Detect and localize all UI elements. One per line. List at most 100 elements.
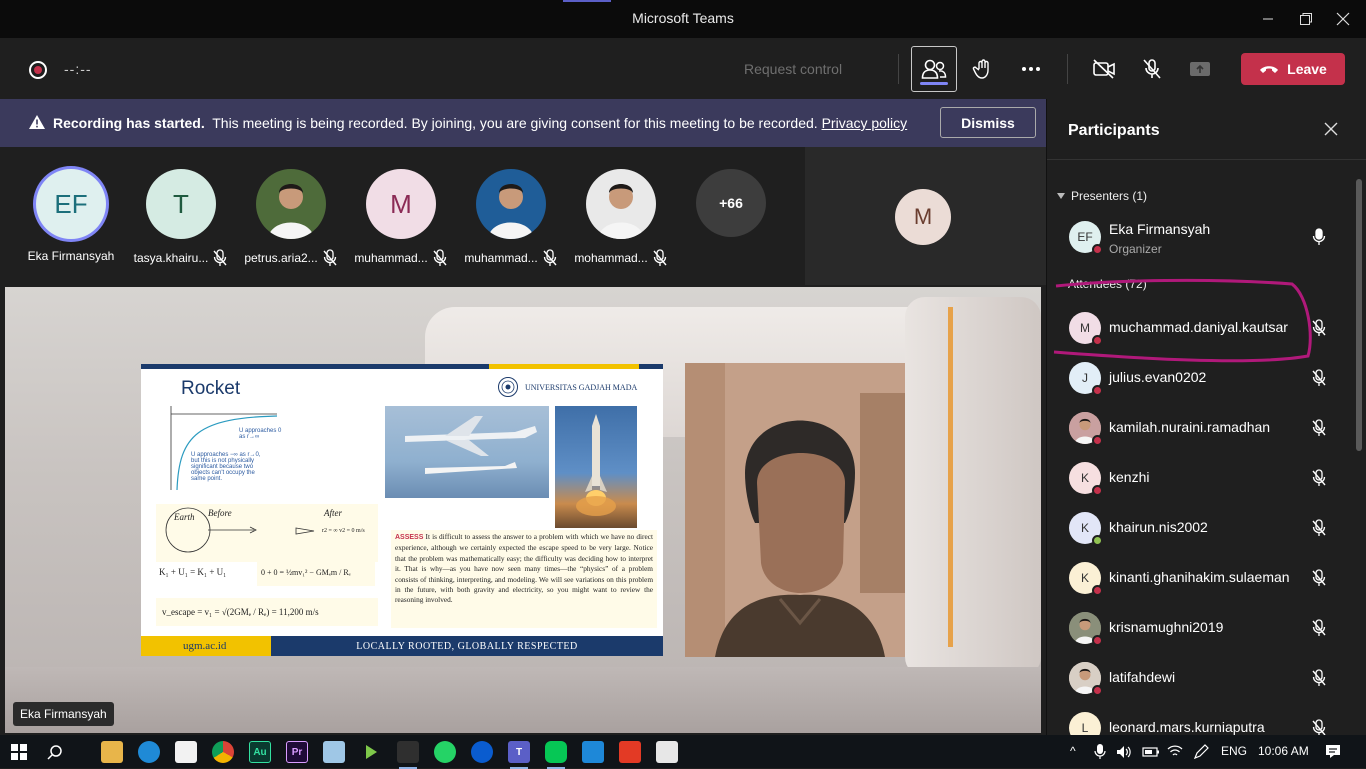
search-button[interactable] [44, 741, 66, 763]
tray-mic-icon[interactable] [1094, 744, 1106, 760]
mic-off-icon [1312, 519, 1326, 536]
line-icon[interactable] [545, 741, 567, 769]
slide-sketch: Earth Before After r2 = ∞ v2 = 0 m/s [156, 504, 378, 562]
mic-toggle-button[interactable] [1129, 46, 1175, 92]
audition-icon[interactable]: Au [249, 741, 271, 763]
background-light [948, 307, 953, 647]
participant-name: leonard.mars.kurniaputra [1109, 719, 1265, 735]
edge-icon[interactable] [138, 741, 160, 763]
volume-icon[interactable] [1116, 745, 1132, 759]
participant-avatar [586, 169, 656, 239]
tray-chevron-icon[interactable]: ^ [1070, 744, 1076, 758]
graph-note: U approaches 0 as r→∞ [239, 428, 282, 440]
profile-photo [256, 169, 326, 239]
participant-tile[interactable]: petrus.aria2... [241, 169, 341, 267]
participants-panel: Participants Presenters (1) EF Eka Firman… [1046, 99, 1366, 746]
participant-avatar [1069, 412, 1103, 446]
participant-name: kamilah.nuraini.ramadhan [1109, 419, 1271, 435]
file-explorer-icon[interactable] [101, 741, 123, 763]
teams-icon[interactable]: T [508, 741, 530, 769]
privacy-policy-link[interactable]: Privacy policy [822, 115, 908, 131]
participant-avatar: T [146, 169, 216, 239]
participant-name: muhammad... [461, 249, 561, 267]
participant-name: kenzhi [1109, 469, 1150, 485]
leave-button[interactable]: Leave [1241, 53, 1345, 85]
presence-status-icon [1092, 435, 1103, 446]
mic-off-icon [1312, 569, 1326, 586]
camera-toggle-button[interactable] [1081, 46, 1127, 92]
toolbar-divider [1067, 54, 1068, 84]
webex-icon[interactable] [471, 741, 493, 763]
slide-assess-text: ASSESS It is difficult to assess the ans… [391, 530, 657, 628]
attendee-row[interactable]: latifahdewi [1047, 653, 1353, 703]
participant-tile[interactable]: Mmuhammad... [351, 169, 451, 267]
presenters-section-toggle[interactable]: Presenters (1) [1057, 189, 1147, 203]
close-window-button[interactable] [1320, 0, 1366, 38]
mic-off-icon [433, 249, 447, 266]
show-participants-button[interactable] [911, 46, 957, 92]
image-app-icon[interactable] [656, 741, 678, 763]
notepad-icon[interactable] [323, 741, 345, 763]
presence-status-icon [1092, 635, 1103, 646]
request-control-button[interactable]: Request control [744, 61, 842, 77]
close-panel-icon[interactable] [1323, 121, 1339, 137]
whatsapp-icon[interactable] [434, 741, 456, 763]
rocket-launch-image [555, 406, 637, 528]
attendee-row[interactable]: Kkhairun.nis2002 [1047, 503, 1353, 553]
vscode-icon[interactable] [582, 741, 604, 763]
participant-tile[interactable]: EF Eka Firmansyah [21, 169, 121, 263]
dismiss-button[interactable]: Dismiss [940, 107, 1036, 138]
participant-role: Organizer [1109, 242, 1162, 256]
attendee-row[interactable]: kamilah.nuraini.ramadhan [1047, 403, 1353, 453]
attendee-row[interactable]: krisnamughni2019 [1047, 603, 1353, 653]
participant-avatar: EF [1069, 221, 1103, 255]
participant-mic-status [1311, 369, 1327, 392]
mic-off-icon [1312, 419, 1326, 436]
raise-hand-button[interactable] [960, 46, 1006, 92]
language-indicator[interactable]: ENG [1221, 744, 1247, 758]
participant-tile[interactable]: mohammad... [571, 169, 671, 267]
title-bar: Microsoft Teams [0, 0, 1366, 38]
participant-name-text: mohammad... [574, 251, 648, 265]
mic-off-icon [1312, 669, 1326, 686]
participant-name: latifahdewi [1109, 669, 1176, 685]
presenter-row[interactable]: EF Eka Firmansyah Organizer [1047, 212, 1353, 262]
slide-title: Rocket [181, 378, 241, 399]
participant-name: krisnamughni2019 [1109, 619, 1224, 635]
clock[interactable]: 10:06 AM [1258, 744, 1309, 758]
notification-icon[interactable] [1325, 744, 1341, 759]
slide-university: UNIVERSITAS GADJAH MADA [525, 383, 638, 392]
participant-avatar: K [1069, 462, 1103, 496]
battery-icon[interactable] [1142, 746, 1160, 758]
graph-note: U approaches −∞ as r→0, but this is not … [191, 452, 261, 482]
share-content-button[interactable] [1177, 46, 1223, 92]
acrobat-icon[interactable] [619, 741, 641, 763]
participant-name: julius.evan0202 [1109, 369, 1207, 385]
plex-icon[interactable] [360, 741, 382, 763]
start-button[interactable] [8, 741, 30, 763]
hang-up-icon [1260, 66, 1279, 73]
slide-band [639, 364, 663, 369]
profile-photo [476, 169, 546, 239]
premiere-icon[interactable]: Pr [286, 741, 308, 763]
presence-status-icon [1092, 685, 1103, 696]
mic-off-icon [653, 249, 667, 266]
presentation-slide: Rocket UNIVERSITAS GADJAH MADA U approac… [141, 364, 663, 656]
participant-tile[interactable]: muhammad... [461, 169, 561, 267]
app-icon[interactable] [397, 741, 419, 769]
warning-icon [29, 115, 45, 129]
panel-scrollbar[interactable] [1356, 179, 1362, 451]
attendee-row[interactable]: Kkenzhi [1047, 453, 1353, 503]
overflow-participants-tile[interactable]: +66 [681, 169, 781, 237]
chrome-icon[interactable] [212, 741, 234, 763]
search-icon [47, 745, 62, 760]
store-icon[interactable] [175, 741, 197, 763]
mic-on-icon [1312, 228, 1326, 245]
more-actions-button[interactable] [1008, 46, 1054, 92]
participant-tile[interactable]: Ttasya.khairu... [131, 169, 231, 267]
pen-icon[interactable] [1193, 744, 1209, 760]
assess-body: It is difficult to assess the answer to … [395, 532, 653, 605]
wifi-icon[interactable] [1167, 744, 1183, 758]
attendee-row[interactable]: Kkinanti.ghanihakim.sulaeman [1047, 553, 1353, 603]
presence-status-icon [1092, 385, 1103, 396]
